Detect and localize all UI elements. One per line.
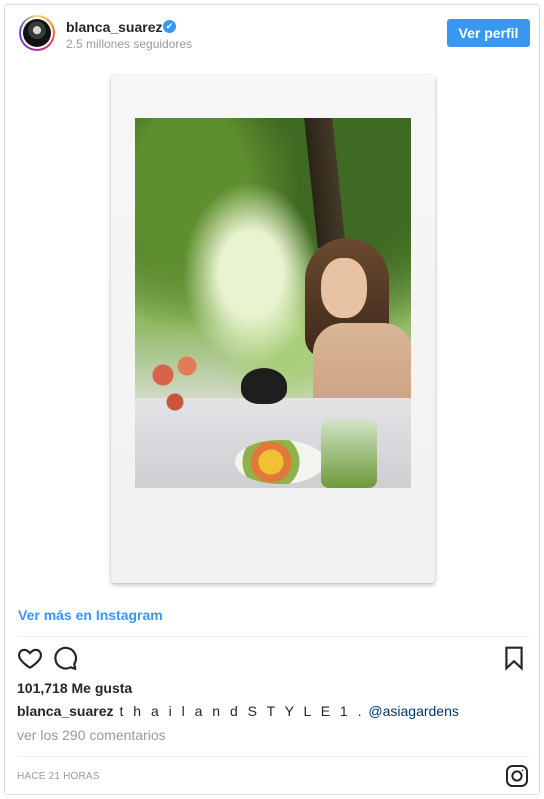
glass — [321, 420, 377, 488]
divider — [17, 636, 529, 637]
view-profile-button[interactable]: Ver perfil — [447, 19, 530, 47]
caption-username[interactable]: blanca_suarez — [17, 703, 114, 719]
flowers — [145, 348, 205, 438]
teapot — [241, 368, 287, 404]
view-comments-link[interactable]: ver los 290 comentarios — [17, 727, 166, 743]
avatar-image — [23, 19, 51, 47]
food-plate — [235, 440, 325, 484]
username[interactable]: blanca_suarez — [66, 19, 163, 35]
like-count: 101,718 Me gusta — [17, 680, 133, 696]
instagram-embed: blanca_suarez ✔ 2.5 millones seguidores … — [4, 4, 540, 795]
instagram-logo-icon[interactable] — [505, 764, 529, 788]
comment-icon[interactable] — [52, 645, 78, 671]
verified-badge-icon: ✔ — [163, 20, 176, 33]
post-header: blanca_suarez ✔ 2.5 millones seguidores … — [5, 5, 539, 63]
post-timestamp: HACE 21 HORAS — [17, 771, 100, 782]
caption-mention-link[interactable]: @asiagardens — [368, 703, 459, 719]
post-media[interactable] — [5, 63, 539, 593]
bookmark-icon[interactable] — [501, 645, 527, 671]
heart-icon[interactable] — [17, 645, 43, 671]
avatar[interactable] — [19, 15, 55, 51]
view-more-on-instagram-link[interactable]: Ver más en Instagram — [18, 607, 163, 623]
caption: blanca_suarez t h a i l a n d S T Y L E 1… — [17, 703, 459, 719]
caption-text: t h a i l a n d S T Y L E 1 . — [119, 703, 365, 719]
action-bar — [5, 645, 539, 675]
follower-count: 2.5 millones seguidores — [66, 37, 193, 51]
divider — [17, 756, 529, 757]
post-photo — [135, 118, 411, 488]
person-face — [321, 258, 367, 318]
tree-trunk — [304, 118, 346, 248]
polaroid-frame — [111, 75, 435, 583]
